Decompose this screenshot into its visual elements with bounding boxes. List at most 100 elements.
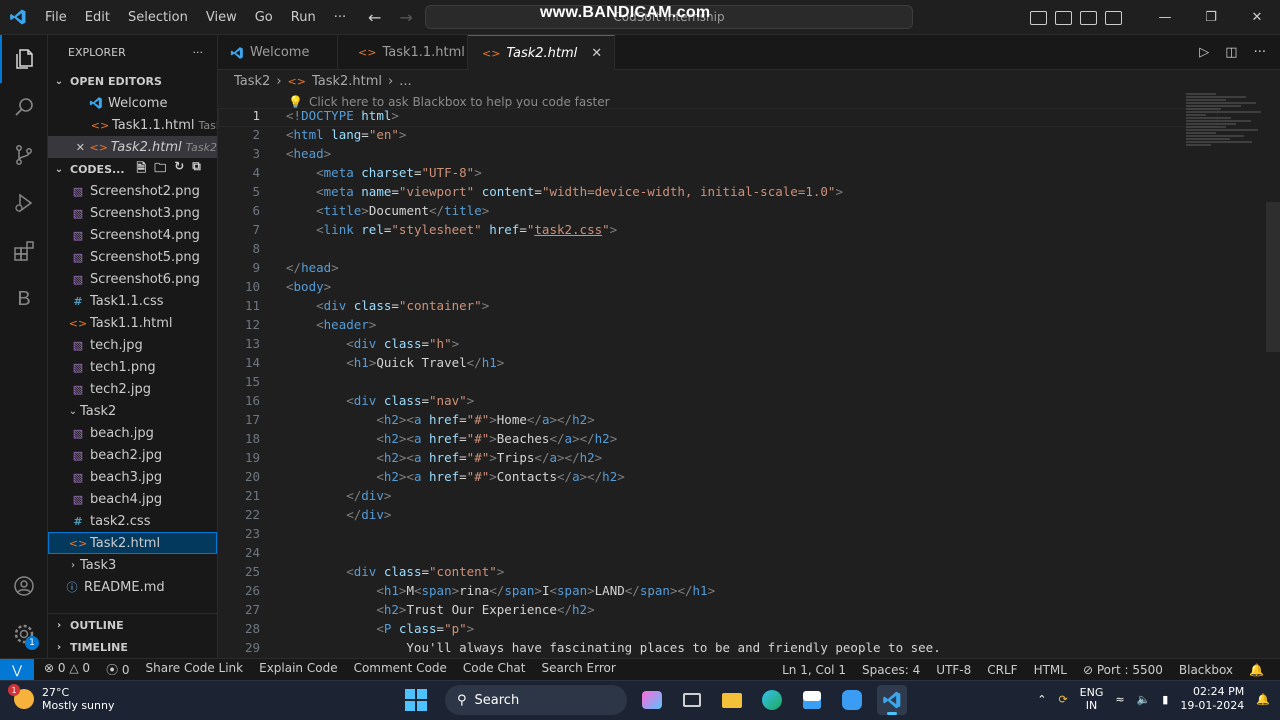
ports-indicator[interactable]: ⦿ 0: [106, 661, 129, 678]
indentation[interactable]: Spaces: 4: [862, 663, 920, 677]
weather-widget[interactable]: 1 27°C Mostly sunny: [8, 684, 114, 712]
open-editor-task1-html[interactable]: <> Task1.1.html Task1: [48, 114, 217, 136]
run-debug-view-button[interactable]: [0, 179, 48, 227]
menu-more[interactable]: ···: [325, 0, 355, 35]
manage-button[interactable]: 1: [0, 610, 48, 658]
widgets-app-icon[interactable]: [637, 685, 667, 715]
menu-selection[interactable]: Selection: [119, 0, 197, 35]
taskbar-search[interactable]: ⚲ Search: [445, 685, 627, 715]
problems-indicator[interactable]: ⊗ 0 △ 0: [44, 661, 90, 678]
clock[interactable]: 02:24 PM 19-01-2024: [1180, 685, 1244, 713]
tab-task2-html[interactable]: <> Task2.html ✕: [468, 35, 616, 70]
file-tree-item[interactable]: ▧ beach.jpg: [48, 422, 217, 444]
cursor-position[interactable]: Ln 1, Col 1: [782, 663, 846, 677]
blackbox-status[interactable]: Blackbox: [1179, 663, 1233, 677]
code-chat[interactable]: Code Chat: [463, 661, 526, 678]
folder-task2[interactable]: ⌄ Task2: [48, 400, 217, 422]
minimize-icon[interactable]: —: [1142, 10, 1188, 25]
encoding[interactable]: UTF-8: [936, 663, 971, 677]
open-editor-welcome[interactable]: Welcome: [48, 92, 217, 114]
breadcrumb-folder[interactable]: Task2: [234, 74, 270, 89]
toggle-primary-sidebar-icon[interactable]: [1030, 10, 1047, 25]
store-icon[interactable]: [797, 685, 827, 715]
menu-view[interactable]: View: [197, 0, 246, 35]
file-tree-item[interactable]: ▧ Screenshot6.png: [48, 268, 217, 290]
refresh-icon[interactable]: ↻: [174, 159, 184, 180]
file-tree-item[interactable]: ▧ beach3.jpg: [48, 466, 217, 488]
file-tree-item[interactable]: <> Task2.html: [48, 532, 217, 554]
open-editors-section[interactable]: ⌄ OPEN EDITORS: [48, 70, 217, 92]
vertical-scrollbar[interactable]: [1266, 202, 1280, 352]
file-readme[interactable]: ⓘ README.md: [48, 576, 217, 598]
language-mode[interactable]: HTML: [1034, 663, 1067, 677]
file-tree-item[interactable]: ▧ tech1.png: [48, 356, 217, 378]
menu-run[interactable]: Run: [282, 0, 325, 35]
file-tree-item[interactable]: ▧ Screenshot5.png: [48, 246, 217, 268]
file-tree-item[interactable]: <> Task1.1.html: [48, 312, 217, 334]
explorer-more-icon[interactable]: ···: [193, 46, 204, 59]
customize-layout-icon[interactable]: [1105, 10, 1122, 25]
sync-icon[interactable]: ⟳: [1058, 693, 1067, 706]
battery-icon[interactable]: ▮: [1162, 693, 1168, 706]
toggle-panel-icon[interactable]: [1055, 10, 1072, 25]
remote-indicator[interactable]: ⋁: [0, 658, 34, 681]
file-explorer-icon[interactable]: [717, 685, 747, 715]
code-editor[interactable]: 💡 Click here to ask Blackbox to help you…: [218, 92, 1280, 658]
open-editor-task2-html[interactable]: ✕ <> Task2.html Task2: [48, 136, 217, 158]
chrome-like-app-icon[interactable]: [837, 685, 867, 715]
file-tree-item[interactable]: ▧ Screenshot4.png: [48, 224, 217, 246]
file-tree-item[interactable]: ▧ tech.jpg: [48, 334, 217, 356]
breadcrumb-file[interactable]: Task2.html: [312, 74, 382, 89]
volume-icon[interactable]: 🔈: [1137, 693, 1151, 706]
forward-arrow-icon[interactable]: →: [399, 8, 412, 27]
task-view-icon[interactable]: [677, 685, 707, 715]
notifications-bell-icon[interactable]: 🔔: [1249, 663, 1264, 677]
new-file-icon[interactable]: 🗎: [137, 159, 147, 180]
restore-icon[interactable]: ❐: [1188, 10, 1234, 25]
tab-task1-html[interactable]: <> Task1.1.html: [338, 35, 468, 70]
chevron-up-icon[interactable]: ⌃: [1037, 693, 1046, 706]
back-arrow-icon[interactable]: ←: [368, 8, 381, 27]
end-of-line[interactable]: CRLF: [987, 663, 1017, 677]
timeline-section[interactable]: › TIMELINE: [48, 636, 217, 658]
explain-code[interactable]: Explain Code: [259, 661, 337, 678]
source-control-view-button[interactable]: [0, 131, 48, 179]
collapse-all-icon[interactable]: ⧉: [192, 159, 201, 180]
share-code-link[interactable]: Share Code Link: [146, 661, 244, 678]
menu-go[interactable]: Go: [246, 0, 282, 35]
live-server-port[interactable]: ⊘ Port : 5500: [1083, 663, 1163, 677]
split-editor-icon[interactable]: ◫: [1225, 45, 1237, 60]
breadcrumb-more[interactable]: ...: [399, 74, 411, 89]
comment-code[interactable]: Comment Code: [354, 661, 447, 678]
menu-file[interactable]: File: [36, 0, 76, 35]
blackbox-view-button[interactable]: B: [0, 275, 48, 323]
file-tree-item[interactable]: ▧ Screenshot2.png: [48, 180, 217, 202]
extensions-view-button[interactable]: [0, 227, 48, 275]
search-error[interactable]: Search Error: [541, 661, 615, 678]
input-language[interactable]: ENG IN: [1080, 686, 1104, 712]
file-tree-item[interactable]: ▧ beach4.jpg: [48, 488, 217, 510]
windows-start-icon[interactable]: [405, 689, 427, 711]
outline-section[interactable]: › OUTLINE: [48, 614, 217, 636]
close-tab-icon[interactable]: ✕: [591, 46, 602, 61]
search-view-button[interactable]: [0, 83, 48, 131]
notifications-icon[interactable]: 🔔: [1256, 693, 1270, 706]
menu-edit[interactable]: Edit: [76, 0, 119, 35]
minimap[interactable]: [1186, 92, 1266, 192]
file-tree-item[interactable]: ▧ tech2.jpg: [48, 378, 217, 400]
run-icon[interactable]: ▷: [1199, 45, 1209, 60]
explorer-view-button[interactable]: [0, 35, 48, 83]
folder-task3[interactable]: › Task3: [48, 554, 217, 576]
more-actions-icon[interactable]: ···: [1254, 45, 1266, 60]
toggle-secondary-sidebar-icon[interactable]: [1080, 10, 1097, 25]
accounts-button[interactable]: [0, 562, 48, 610]
file-tree-item[interactable]: ▧ Screenshot3.png: [48, 202, 217, 224]
tab-welcome[interactable]: Welcome: [218, 35, 338, 70]
file-tree-item[interactable]: # task2.css: [48, 510, 217, 532]
wifi-icon[interactable]: ≈: [1115, 693, 1124, 706]
close-icon[interactable]: ✕: [74, 141, 87, 154]
close-window-icon[interactable]: ✕: [1234, 10, 1280, 25]
file-tree-item[interactable]: # Task1.1.css: [48, 290, 217, 312]
workspace-folder-section[interactable]: ⌄ CODES... 🗎 🗀 ↻ ⧉: [48, 158, 217, 180]
vscode-taskbar-icon[interactable]: [877, 685, 907, 715]
